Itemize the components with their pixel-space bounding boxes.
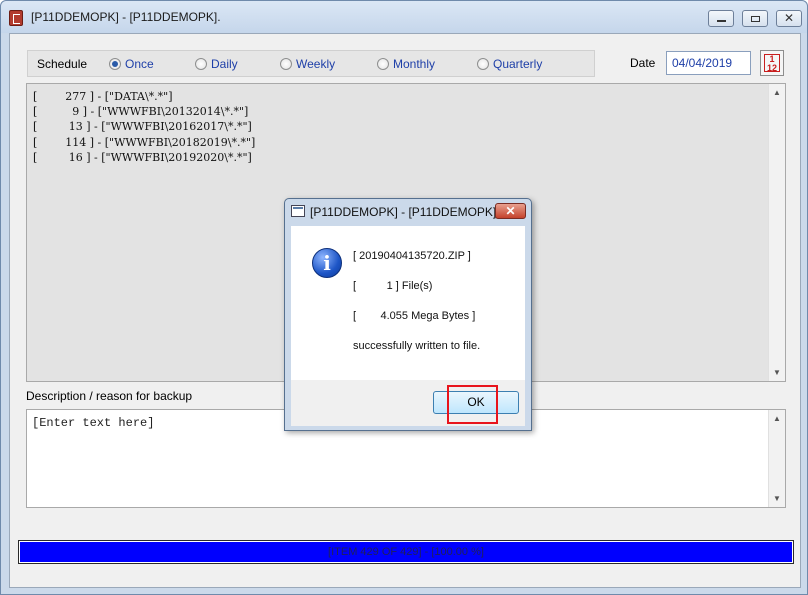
radio-icon — [195, 58, 207, 70]
scroll-up-icon[interactable]: ▲ — [773, 88, 781, 97]
radio-icon — [377, 58, 389, 70]
log-line: [ 277 ] - ["DATA\*.*"] — [33, 90, 173, 103]
dialog-body: i [ 20190404135720.ZIP ] [ 1 ] File(s) [… — [291, 226, 525, 380]
schedule-group: Schedule Once Daily Weekly Monthly Quart… — [27, 50, 595, 77]
radio-label: Weekly — [296, 57, 336, 71]
radio-icon — [477, 58, 489, 70]
log-line: [ 13 ] - ["WWWFBI\20162017\*.*"] — [33, 120, 252, 134]
dialog-filename: [ 20190404135720.ZIP ] — [353, 250, 471, 262]
progress-bar: [ITEM 429 OF 429] - [100.00 %] — [18, 540, 794, 564]
maximize-button[interactable] — [742, 10, 768, 27]
log-line: [ 114 ] - ["WWWFBI\20182019\*.*"] — [33, 135, 256, 149]
log-text: [ 277 ] - ["DATA\*.*"] [ 9 ] - ["WWWFBI\… — [33, 89, 255, 165]
radio-quarterly[interactable]: Quarterly — [477, 57, 542, 71]
date-label: Date — [630, 56, 656, 70]
radio-monthly[interactable]: Monthly — [377, 57, 435, 71]
minimize-button[interactable] — [708, 10, 734, 27]
dialog-title: [P11DDEMOPK] - [P11DDEMOPK]. — [310, 205, 500, 219]
maximize-icon — [751, 16, 760, 22]
log-scrollbar[interactable]: ▲ ▼ — [768, 84, 785, 381]
calendar-button[interactable]: 1 12 — [760, 50, 784, 76]
progress-fill: [ITEM 429 OF 429] - [100.00 %] — [20, 542, 792, 562]
log-line: [ 9 ] - ["WWWFBI\20132014\*.*"] — [33, 105, 249, 119]
radio-label: Once — [125, 57, 154, 71]
info-icon: i — [312, 248, 342, 278]
app-icon — [9, 10, 23, 26]
description-label: Description / reason for backup — [26, 389, 193, 403]
radio-label: Quarterly — [493, 57, 543, 71]
progress-text: [ITEM 429 OF 429] - [100.00 %] — [328, 546, 484, 558]
radio-label: Monthly — [393, 57, 436, 71]
radio-selected-icon — [109, 58, 121, 70]
dialog-file-count: [ 1 ] File(s) — [353, 280, 433, 292]
radio-weekly[interactable]: Weekly — [280, 57, 335, 71]
close-icon: ✕ — [784, 11, 795, 25]
log-line: [ 16 ] - ["WWWFBI\20192020\*.*"] — [33, 150, 252, 164]
description-placeholder: [Enter text here] — [32, 416, 155, 430]
date-field[interactable]: 04/04/2019 — [666, 51, 751, 75]
ok-highlight-box — [447, 385, 498, 424]
radio-icon — [280, 58, 292, 70]
dialog-title-bar[interactable]: [P11DDEMOPK] - [P11DDEMOPK]. ✕ — [285, 199, 531, 223]
window-title: [P11DDEMOPK] - [P11DDEMOPK]. — [31, 10, 221, 24]
calendar-icon: 1 12 — [764, 54, 780, 73]
scroll-up-icon[interactable]: ▲ — [773, 414, 781, 423]
schedule-label: Schedule — [37, 57, 88, 71]
radio-daily[interactable]: Daily — [195, 57, 238, 71]
dialog-status: successfully written to file. — [353, 340, 481, 352]
scroll-down-icon[interactable]: ▼ — [773, 494, 781, 503]
minimize-icon — [717, 20, 726, 22]
description-scrollbar[interactable]: ▲ ▼ — [768, 410, 785, 507]
scroll-down-icon[interactable]: ▼ — [773, 368, 781, 377]
dialog-close-button[interactable]: ✕ — [495, 203, 526, 219]
title-bar[interactable]: [P11DDEMOPK] - [P11DDEMOPK]. ✕ — [1, 1, 807, 33]
dialog-size: [ 4.055 Mega Bytes ] — [353, 310, 476, 322]
dialog-window-icon — [291, 205, 305, 217]
radio-label: Daily — [211, 57, 238, 71]
close-button[interactable]: ✕ — [776, 10, 802, 27]
radio-once[interactable]: Once — [109, 57, 154, 71]
